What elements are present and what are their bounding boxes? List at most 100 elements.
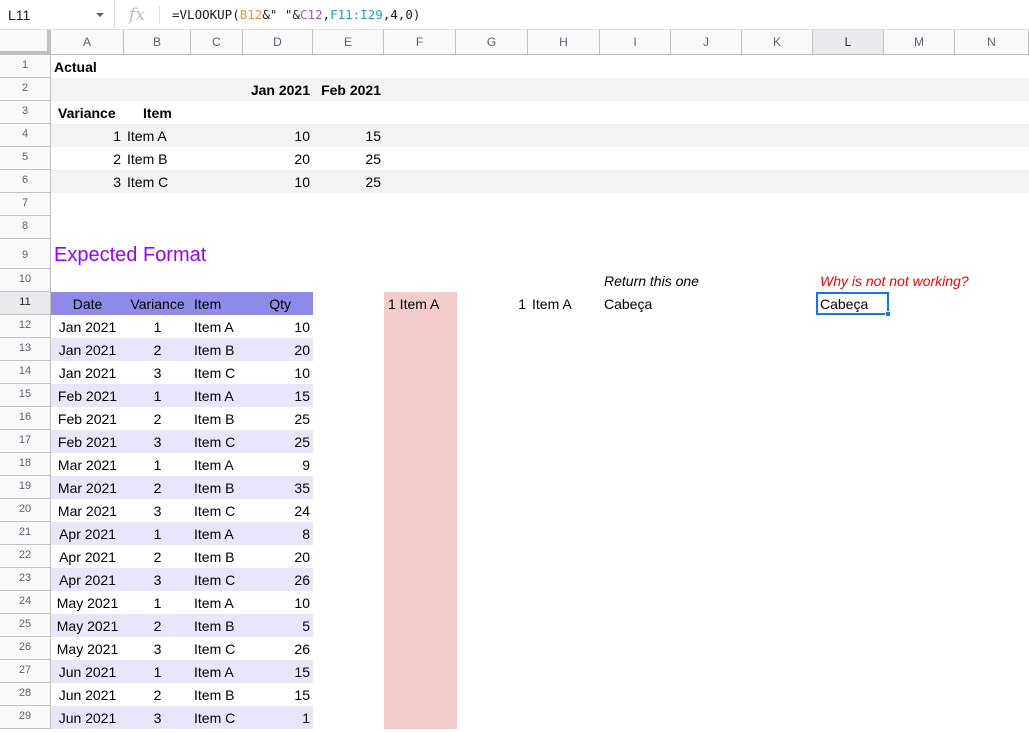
expected-variance[interactable]: 3 — [124, 430, 191, 453]
expected-item[interactable]: Item A — [191, 591, 243, 614]
row-header-26[interactable]: 26 — [0, 637, 51, 660]
row-header-10[interactable]: 10 — [0, 269, 51, 292]
expected-variance[interactable]: 2 — [124, 683, 191, 706]
fill-handle[interactable] — [885, 311, 891, 317]
expected-item[interactable]: Item C — [191, 568, 243, 591]
expected-qty[interactable]: 10 — [243, 315, 313, 338]
column-header-h[interactable]: H — [528, 30, 600, 55]
expected-variance[interactable]: 1 — [124, 384, 191, 407]
actual-item[interactable]: Item B — [124, 147, 191, 170]
expected-item[interactable]: Item B — [191, 545, 243, 568]
row-header-16[interactable]: 16 — [0, 407, 51, 430]
actual-variance[interactable]: 1 — [51, 124, 124, 147]
expected-qty[interactable]: 10 — [243, 591, 313, 614]
expected-variance[interactable]: 3 — [124, 499, 191, 522]
row-header-17[interactable]: 17 — [0, 430, 51, 453]
expected-date[interactable]: Feb 2021 — [51, 430, 124, 453]
select-all-corner[interactable] — [0, 30, 51, 55]
expected-qty[interactable]: 35 — [243, 476, 313, 499]
column-header-l[interactable]: L — [813, 30, 884, 55]
column-header-i[interactable]: I — [600, 30, 671, 55]
expected-qty[interactable]: 15 — [243, 683, 313, 706]
expected-variance[interactable]: 3 — [124, 706, 191, 729]
expected-date[interactable]: Mar 2021 — [51, 499, 124, 522]
expected-item[interactable]: Item C — [191, 430, 243, 453]
expected-variance[interactable]: 1 — [124, 522, 191, 545]
expected-date[interactable]: May 2021 — [51, 591, 124, 614]
actual-jan-value[interactable]: 20 — [243, 147, 313, 170]
expected-variance[interactable]: 2 — [124, 476, 191, 499]
row-header-1[interactable]: 1 — [0, 55, 51, 78]
expected-variance[interactable]: 1 — [124, 591, 191, 614]
expected-date[interactable]: Jun 2021 — [51, 683, 124, 706]
actual-feb-value[interactable]: 25 — [313, 170, 384, 193]
row-header-3[interactable]: 3 — [0, 101, 51, 124]
expected-item[interactable]: Item B — [191, 338, 243, 361]
expected-date[interactable]: Apr 2021 — [51, 568, 124, 591]
row-header-12[interactable]: 12 — [0, 315, 51, 338]
expected-item[interactable]: Item C — [191, 706, 243, 729]
expected-variance[interactable]: 2 — [124, 338, 191, 361]
row-header-9[interactable]: 9 — [0, 239, 51, 269]
expected-qty[interactable]: 24 — [243, 499, 313, 522]
expected-item[interactable]: Item B — [191, 614, 243, 637]
expected-date[interactable]: May 2021 — [51, 637, 124, 660]
active-cell-selection[interactable] — [816, 292, 889, 315]
row-header-8[interactable]: 8 — [0, 216, 51, 239]
row-header-20[interactable]: 20 — [0, 499, 51, 522]
expected-qty[interactable]: 9 — [243, 453, 313, 476]
row-header-29[interactable]: 29 — [0, 706, 51, 729]
column-header-b[interactable]: B — [124, 30, 191, 55]
row-header-19[interactable]: 19 — [0, 476, 51, 499]
column-header-m[interactable]: M — [884, 30, 955, 55]
column-header-e[interactable]: E — [313, 30, 384, 55]
row-header-13[interactable]: 13 — [0, 338, 51, 361]
expected-date[interactable]: Feb 2021 — [51, 407, 124, 430]
actual-variance[interactable]: 3 — [51, 170, 124, 193]
expected-variance[interactable]: 2 — [124, 545, 191, 568]
row-header-2[interactable]: 2 — [0, 78, 51, 101]
expected-qty[interactable]: 25 — [243, 407, 313, 430]
actual-jan-value[interactable]: 10 — [243, 170, 313, 193]
column-header-g[interactable]: G — [456, 30, 528, 55]
expected-date[interactable]: Mar 2021 — [51, 453, 124, 476]
row-header-23[interactable]: 23 — [0, 568, 51, 591]
lookup-g-value[interactable]: 1 — [457, 292, 529, 315]
expected-variance[interactable]: 1 — [124, 660, 191, 683]
expected-date[interactable]: Jun 2021 — [51, 660, 124, 683]
actual-feb-value[interactable]: 15 — [313, 124, 384, 147]
row-header-4[interactable]: 4 — [0, 124, 51, 147]
row-header-21[interactable]: 21 — [0, 522, 51, 545]
column-header-c[interactable]: C — [191, 30, 243, 55]
row-header-28[interactable]: 28 — [0, 683, 51, 706]
return-value[interactable]: Cabeça — [601, 292, 655, 315]
expected-item[interactable]: Item A — [191, 384, 243, 407]
column-header-n[interactable]: N — [955, 30, 1029, 55]
column-header-a[interactable]: A — [51, 30, 124, 55]
column-header-f[interactable]: F — [384, 30, 456, 55]
expected-item[interactable]: Item A — [191, 453, 243, 476]
expected-date[interactable]: Jan 2021 — [51, 338, 124, 361]
row-header-25[interactable]: 25 — [0, 614, 51, 637]
column-header-d[interactable]: D — [243, 30, 313, 55]
expected-variance[interactable]: 2 — [124, 614, 191, 637]
actual-jan-value[interactable]: 10 — [243, 124, 313, 147]
expected-qty[interactable]: 5 — [243, 614, 313, 637]
row-header-11[interactable]: 11 — [0, 292, 51, 315]
expected-item[interactable]: Item C — [191, 361, 243, 384]
expected-item[interactable]: Item A — [191, 315, 243, 338]
expected-item[interactable]: Item C — [191, 499, 243, 522]
expected-qty[interactable]: 20 — [243, 545, 313, 568]
expected-qty[interactable]: 26 — [243, 637, 313, 660]
expected-item[interactable]: Item B — [191, 476, 243, 499]
expected-variance[interactable]: 3 — [124, 568, 191, 591]
row-header-5[interactable]: 5 — [0, 147, 51, 170]
expected-date[interactable]: Mar 2021 — [51, 476, 124, 499]
expected-qty[interactable]: 26 — [243, 568, 313, 591]
expected-variance[interactable]: 3 — [124, 361, 191, 384]
expected-item[interactable]: Item B — [191, 683, 243, 706]
expected-qty[interactable]: 25 — [243, 430, 313, 453]
row-header-6[interactable]: 6 — [0, 170, 51, 193]
actual-item[interactable]: Item C — [124, 170, 191, 193]
expected-qty[interactable]: 15 — [243, 660, 313, 683]
